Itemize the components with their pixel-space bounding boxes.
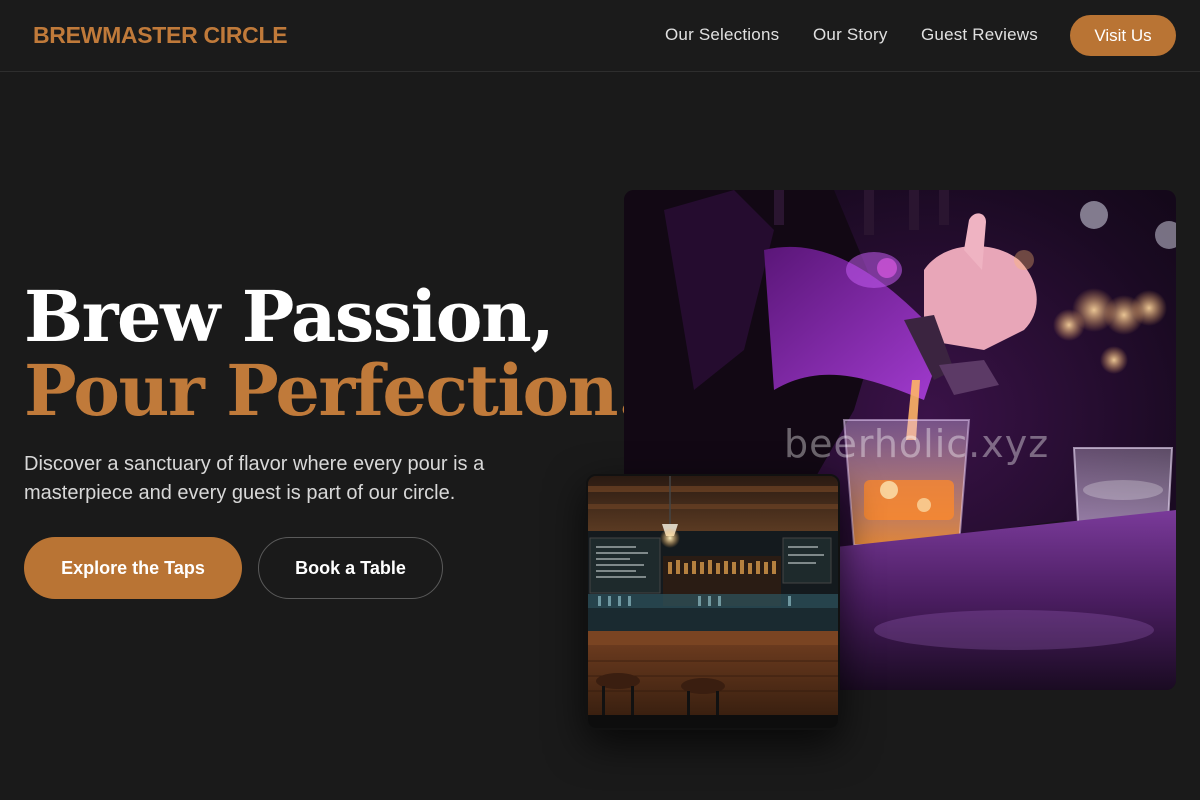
hero-subtitle: Discover a sanctuary of flavor where eve… (24, 453, 485, 504)
brand-logo[interactable]: BREWMASTER CIRCLE (33, 22, 288, 49)
nav-link-our-selections[interactable]: Our Selections (665, 25, 779, 45)
photo-watermark: beerholic.xyz (784, 422, 1050, 466)
headline-line-2: Pour Perfection. (24, 349, 641, 432)
explore-taps-button[interactable]: Explore the Taps (24, 537, 242, 599)
nav-link-our-story[interactable]: Our Story (813, 25, 888, 45)
bar-interior-photo (586, 474, 840, 730)
headline-line-1: Brew Passion, (24, 275, 555, 358)
book-table-button[interactable]: Book a Table (258, 537, 443, 599)
hero-headline: Brew Passion, Pour Perfection. (24, 275, 641, 432)
bar-interior-illustration (588, 476, 838, 728)
nav-link-guest-reviews[interactable]: Guest Reviews (921, 25, 1038, 45)
top-nav: BREWMASTER CIRCLE Our Selections Our Sto… (0, 0, 1200, 72)
visit-us-button[interactable]: Visit Us (1070, 15, 1176, 56)
